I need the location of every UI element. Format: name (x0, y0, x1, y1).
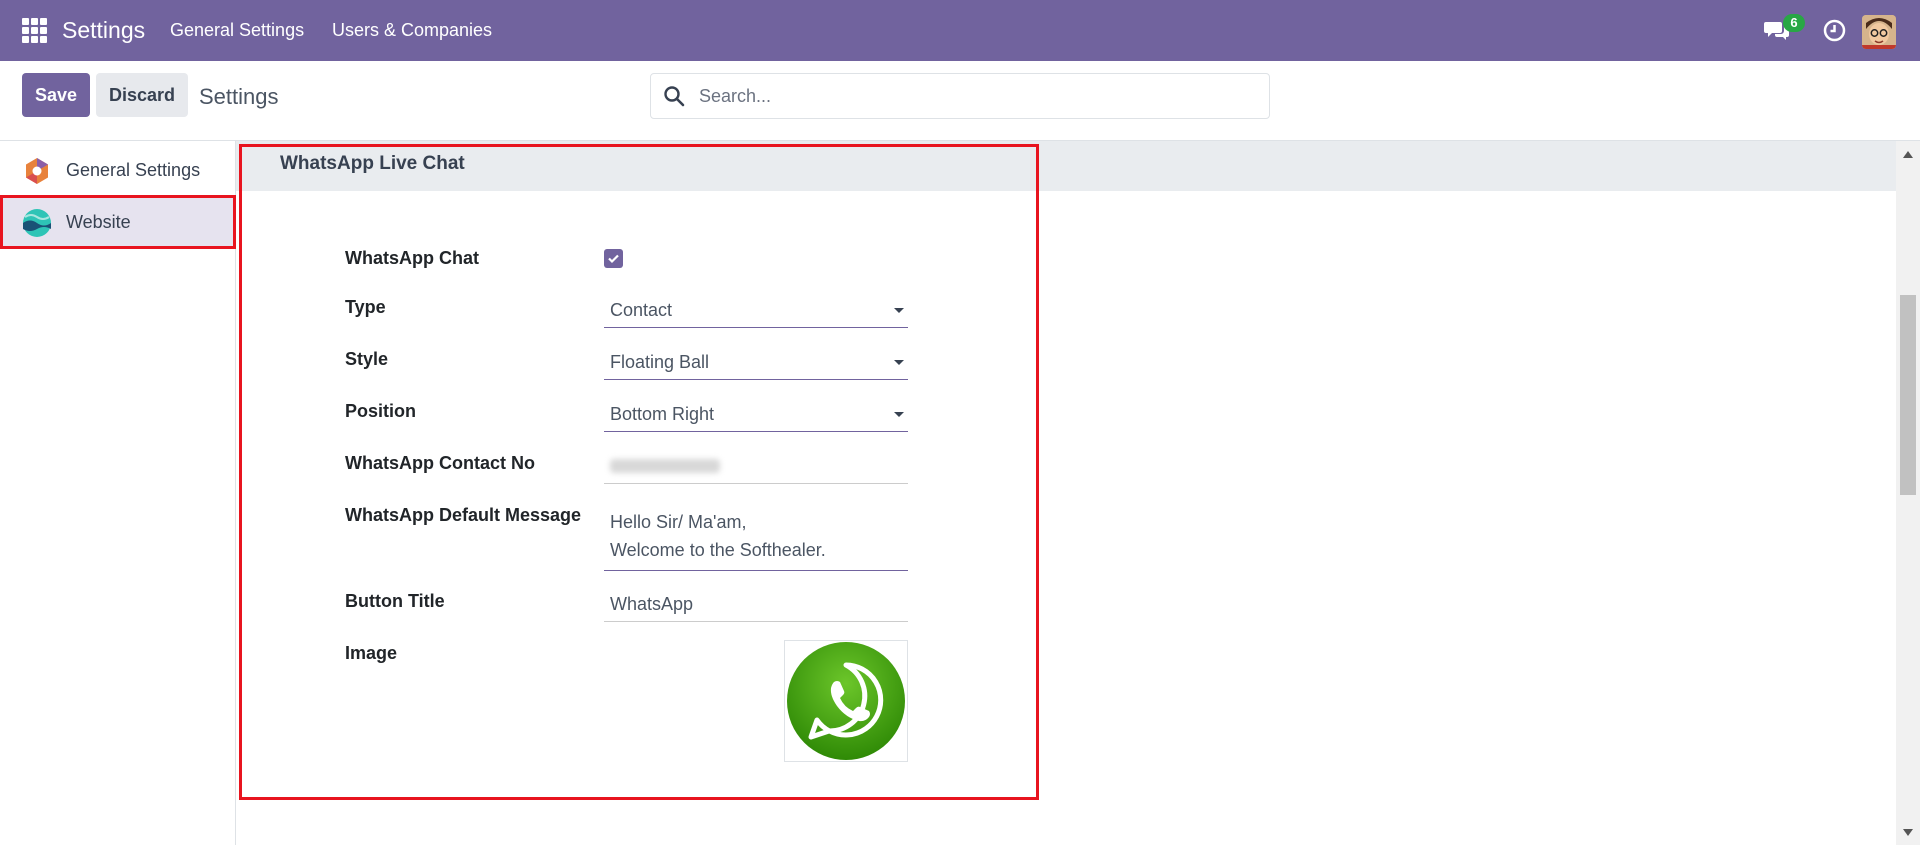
app-title[interactable]: Settings (62, 17, 145, 44)
avatar[interactable] (1862, 15, 1896, 49)
search-bar[interactable] (650, 73, 1270, 119)
nav-general-settings[interactable]: General Settings (170, 20, 304, 41)
messages-badge: 6 (1783, 14, 1805, 32)
clock-icon[interactable] (1823, 19, 1846, 42)
search-input[interactable] (699, 82, 1259, 110)
sidebar-item-website[interactable]: Website (0, 195, 236, 249)
scroll-up-icon[interactable] (1903, 151, 1913, 158)
sidebar-item-general-settings[interactable]: General Settings (0, 143, 236, 197)
nav-users-companies[interactable]: Users & Companies (332, 20, 492, 41)
scroll-thumb[interactable] (1900, 295, 1916, 495)
scroll-down-icon[interactable] (1903, 829, 1913, 836)
top-navbar: Settings General Settings Users & Compan… (0, 0, 1920, 61)
search-icon (664, 86, 685, 107)
breadcrumb-title: Settings (199, 84, 279, 109)
highlight-annotation (239, 144, 1039, 800)
scrollbar[interactable] (1896, 141, 1920, 845)
apps-grid-icon[interactable] (22, 18, 47, 43)
save-button[interactable]: Save (22, 73, 90, 117)
sidebar-item-label: General Settings (66, 160, 201, 180)
sidebar-item-label: Website (66, 212, 131, 232)
control-panel: Save Discard Settings (0, 61, 1920, 141)
website-icon (23, 209, 51, 237)
discard-button[interactable]: Discard (96, 73, 188, 117)
general-settings-icon (26, 158, 48, 184)
settings-content: WhatsApp Live Chat WhatsApp Chat Type Co… (236, 141, 1896, 845)
settings-sidebar: General Settings Website (0, 141, 236, 845)
